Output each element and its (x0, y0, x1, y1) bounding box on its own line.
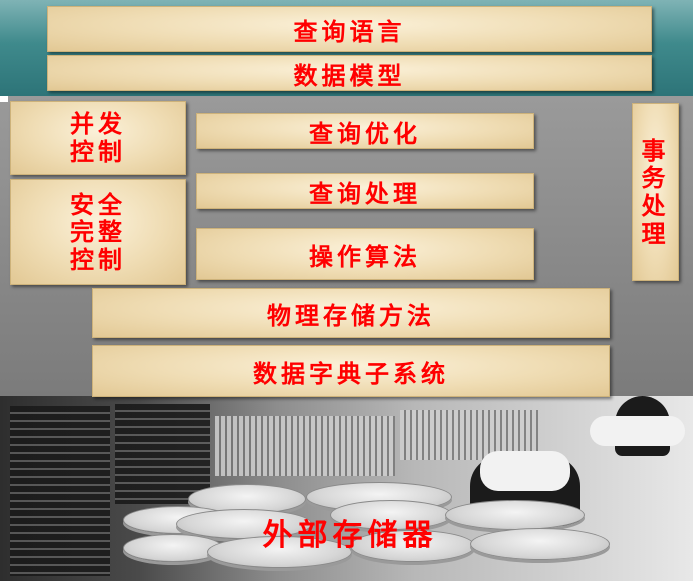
operator-shirt (590, 416, 685, 446)
query-optimization-layer: 查询优化 (196, 113, 534, 149)
server-rack (115, 404, 210, 504)
concurrency-control-block: 并发 控制 (10, 101, 186, 175)
physical-storage-layer: 物理存储方法 (92, 288, 610, 338)
band-notch (0, 96, 8, 102)
external-storage-label: 外部存储器 (262, 518, 438, 553)
query-processing-layer: 查询处理 (196, 173, 534, 209)
data-model-layer: 数据模型 (47, 55, 652, 91)
data-dictionary-layer: 数据字典子系统 (92, 345, 610, 397)
transaction-processing-block: 事 务 处 理 (632, 103, 679, 281)
security-integrity-control-block: 安全 完整 控制 (10, 179, 186, 285)
operation-algorithm-layer: 操作算法 (196, 228, 534, 280)
query-language-layer: 查询语言 (47, 6, 652, 52)
control-panel (215, 416, 395, 476)
operator-shirt (480, 451, 570, 491)
server-rack (10, 406, 110, 576)
